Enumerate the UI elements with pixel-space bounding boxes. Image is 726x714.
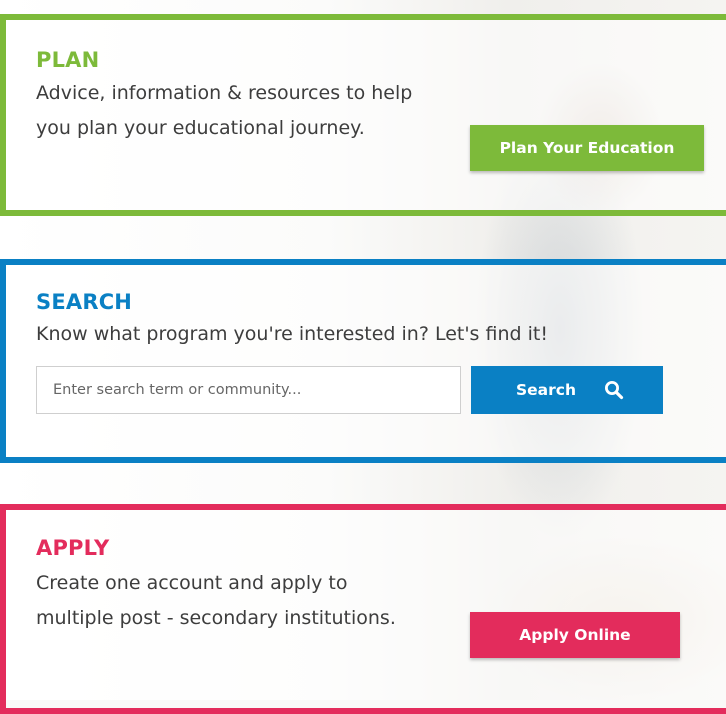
plan-panel: PLAN Advice, information & resources to … [0,14,726,216]
search-heading: SEARCH [36,290,133,314]
apply-panel: APPLY Create one account and apply to mu… [0,504,726,714]
plan-description: Advice, information & resources to help … [36,82,413,139]
search-icon [604,380,624,400]
search-button-label: Search [515,381,576,399]
apply-description: Create one account and apply to multiple… [36,572,396,629]
search-input[interactable] [36,366,461,414]
search-panel: SEARCH Know what program you're interest… [0,259,726,463]
plan-your-education-button[interactable]: Plan Your Education [470,125,704,171]
apply-heading: APPLY [36,536,110,560]
apply-online-button[interactable]: Apply Online [470,612,680,658]
plan-heading: PLAN [36,48,100,72]
search-description: Know what program you're interested in? … [36,323,548,345]
search-button[interactable]: Search [471,366,663,414]
